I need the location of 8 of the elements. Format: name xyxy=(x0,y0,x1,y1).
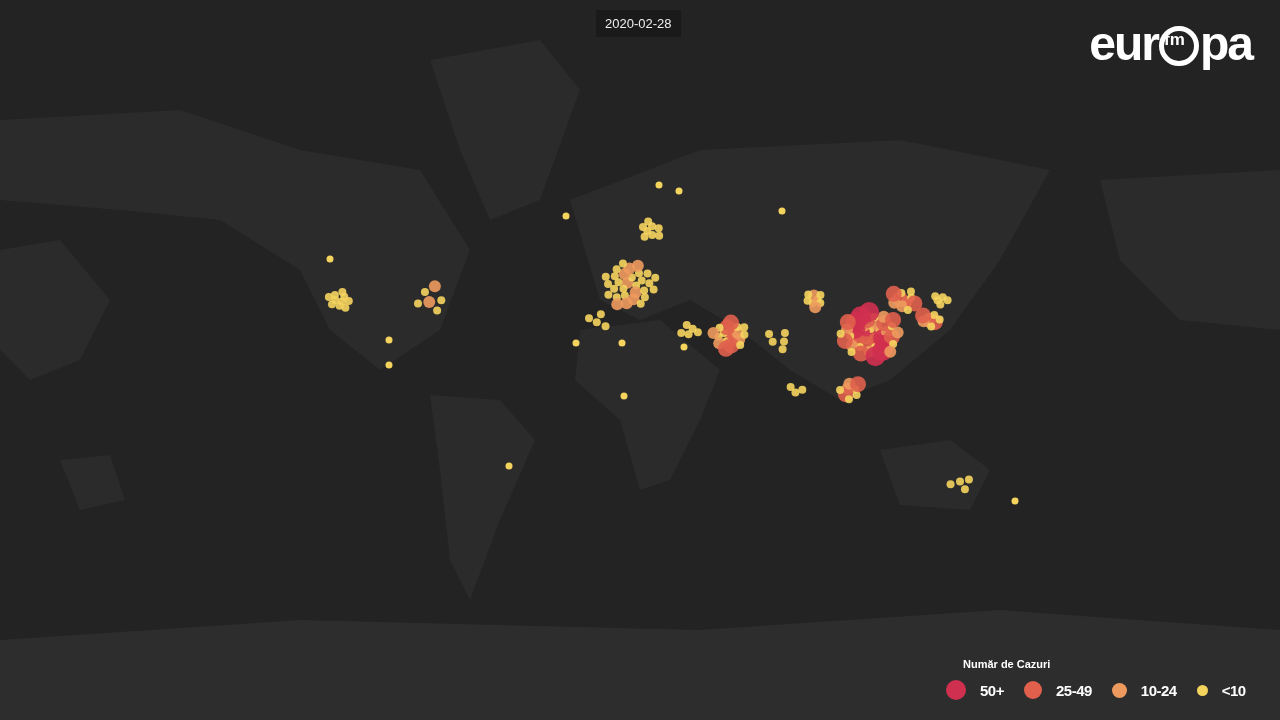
legend-label: 50+ xyxy=(980,681,1004,699)
legend-label: 25-49 xyxy=(1055,681,1092,699)
legend-title: Număr de Cazuri xyxy=(963,658,1052,670)
legend-label: 10-24 xyxy=(1140,681,1177,699)
date-label: 2020-02-28 xyxy=(596,10,681,37)
logo-text: eur xyxy=(1089,20,1158,68)
legend-label: <10 xyxy=(1221,681,1246,699)
logo-text: pa xyxy=(1200,20,1252,68)
